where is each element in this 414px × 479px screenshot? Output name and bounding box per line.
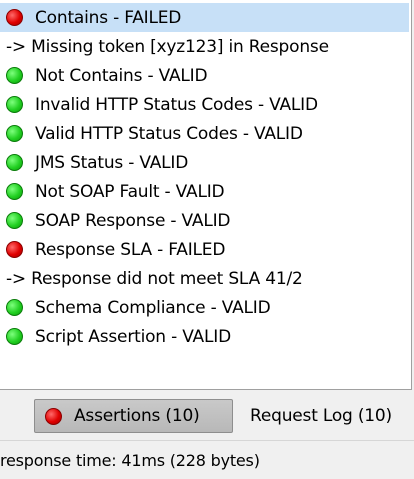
valid-status-icon (6, 154, 23, 171)
tab-assertions[interactable]: Assertions (10) (34, 399, 233, 433)
failed-status-icon (6, 241, 23, 258)
assertion-row-not-soap-fault[interactable]: Not SOAP Fault - VALID (0, 177, 409, 206)
valid-status-icon (6, 67, 23, 84)
valid-status-icon (6, 212, 23, 229)
failed-status-icon (6, 9, 23, 26)
status-bar: response time: 41ms (228 bytes) (0, 441, 414, 479)
assertion-label: Script Assertion - VALID (35, 326, 231, 347)
valid-status-icon (6, 328, 23, 345)
assertion-detail-row[interactable]: -> Missing token [xyz123] in Response (0, 32, 409, 61)
assertion-label: JMS Status - VALID (35, 152, 189, 173)
failed-status-icon (45, 407, 62, 425)
assertion-label: Schema Compliance - VALID (35, 297, 271, 318)
assertion-label: Not SOAP Fault - VALID (35, 181, 225, 202)
assertion-row-not-contains[interactable]: Not Contains - VALID (0, 61, 409, 90)
assertion-detail-row[interactable]: -> Response did not meet SLA 41/2 (0, 264, 409, 293)
assertion-label: Response SLA - FAILED (35, 239, 226, 260)
assertion-row-script-assertion[interactable]: Script Assertion - VALID (0, 322, 409, 351)
valid-status-icon (6, 96, 23, 113)
assertion-label: Not Contains - VALID (35, 65, 208, 86)
assertions-list: Contains - FAILED -> Missing token [xyz1… (0, 0, 412, 390)
assertion-row-jms-status[interactable]: JMS Status - VALID (0, 148, 409, 177)
response-time-text: response time: 41ms (228 bytes) (0, 450, 260, 470)
assertion-detail-label: -> Response did not meet SLA 41/2 (6, 268, 303, 289)
tab-assertions-label: Assertions (10) (74, 406, 200, 426)
assertion-detail-label: -> Missing token [xyz123] in Response (6, 36, 329, 57)
tab-request-log-label: Request Log (10) (250, 406, 392, 426)
assertion-label: Contains - FAILED (35, 7, 182, 28)
assertion-row-invalid-http-status-codes[interactable]: Invalid HTTP Status Codes - VALID (0, 90, 409, 119)
assertion-row-schema-compliance[interactable]: Schema Compliance - VALID (0, 293, 409, 322)
valid-status-icon (6, 183, 23, 200)
tab-request-log[interactable]: Request Log (10) (250, 399, 392, 433)
assertion-row-contains[interactable]: Contains - FAILED (0, 3, 409, 32)
assertion-row-valid-http-status-codes[interactable]: Valid HTTP Status Codes - VALID (0, 119, 409, 148)
valid-status-icon (6, 125, 23, 142)
assertion-row-soap-response[interactable]: SOAP Response - VALID (0, 206, 409, 235)
inspector-tab-bar: Assertions (10) Request Log (10) (0, 390, 414, 441)
assertion-label: SOAP Response - VALID (35, 210, 231, 231)
assertion-label: Invalid HTTP Status Codes - VALID (35, 94, 318, 115)
assertion-label: Valid HTTP Status Codes - VALID (35, 123, 303, 144)
valid-status-icon (6, 299, 23, 316)
assertion-row-response-sla[interactable]: Response SLA - FAILED (0, 235, 409, 264)
